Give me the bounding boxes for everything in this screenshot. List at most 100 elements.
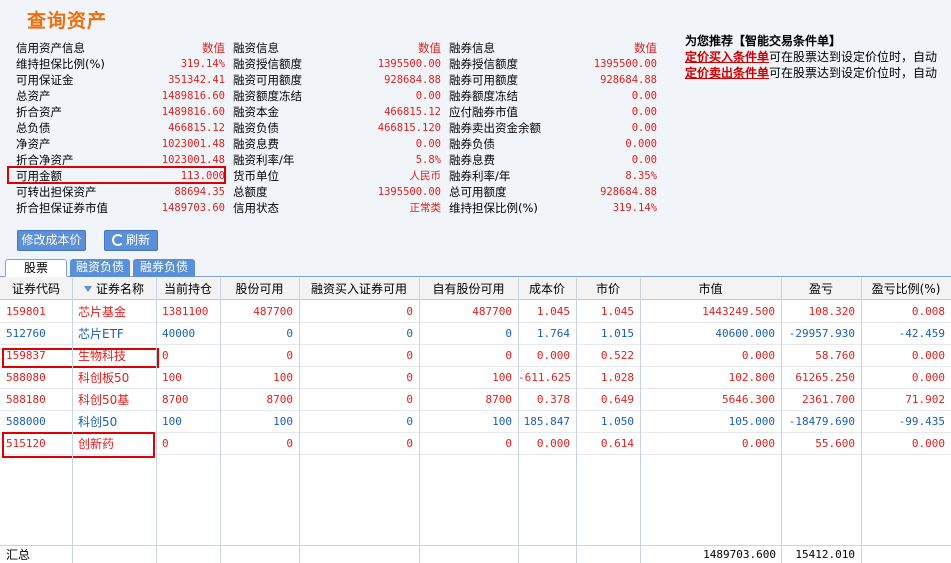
- info-label: 折合资产: [16, 105, 62, 119]
- header-price[interactable]: 市价: [576, 278, 640, 300]
- tab-bar: 股票 融资负债 融券负债: [0, 259, 951, 277]
- cell-margin-available: 0: [406, 349, 413, 362]
- info-label: 融券可用额度: [449, 73, 518, 87]
- summary-row: 汇总 1489703.600 15412.010: [0, 545, 951, 563]
- column-divider: [861, 278, 862, 563]
- cell-available: 100: [273, 371, 293, 384]
- info-value: 1395500.00: [593, 58, 657, 70]
- cell-cost: 185.847: [523, 415, 570, 428]
- buy-condition-link[interactable]: 定价买入条件单: [685, 50, 769, 64]
- info-label: 折合担保证券市值: [16, 201, 108, 215]
- cell-market-value: 40600.000: [715, 327, 775, 340]
- modify-cost-button[interactable]: 修改成本价: [17, 230, 86, 251]
- info-row: 融券息费 0.00: [449, 152, 657, 168]
- header-profit[interactable]: 盈亏: [781, 278, 861, 300]
- info-row: 总负债 466815.12: [16, 120, 225, 136]
- cell-position: 100: [162, 371, 182, 384]
- info-row: 货币单位 人民币: [233, 168, 441, 184]
- column-divider: [419, 278, 420, 563]
- cell-available: 8700: [266, 393, 294, 406]
- header-position[interactable]: 当前持仓: [156, 278, 220, 300]
- cell-cost: 0.000: [536, 437, 570, 450]
- info-row: 净资产 1023001.48: [16, 136, 225, 152]
- header-available[interactable]: 股份可用: [220, 278, 299, 300]
- info-value: 数值: [418, 41, 441, 55]
- header-code[interactable]: 证券代码: [0, 278, 72, 300]
- cell-position: 40000: [162, 327, 196, 340]
- table-header: 证券代码 证券名称 当前持仓 股份可用 融资买入证券可用 自有股份可用 成本价 市价 市值 盈亏 盈…: [0, 278, 951, 300]
- info-row: 融券授信额度 1395500.00: [449, 56, 657, 72]
- credit-asset-column: 信用资产信息 数值 维持担保比例(%) 319.14% 可用保证金 351342.41 总资…: [16, 40, 225, 216]
- cell-price: 1.045: [600, 305, 634, 318]
- info-label: 维持担保比例(%): [16, 57, 105, 71]
- cell-available: 100: [273, 415, 293, 428]
- table-row[interactable]: 588180 科创50基 8700 8700 0 8700 0.378 0.649 5646.3…: [0, 389, 951, 411]
- cell-code: 512760: [6, 327, 46, 340]
- cell-name: 科创50基: [78, 393, 130, 407]
- cell-price: 1.028: [600, 371, 634, 384]
- cell-cost: -611.625: [518, 371, 571, 384]
- column-divider: [156, 278, 157, 563]
- info-label: 融券负债: [449, 137, 495, 151]
- info-label: 可用保证金: [16, 73, 74, 87]
- info-row: 总可用额度 928684.88: [449, 184, 657, 200]
- info-value: 1489703.60: [161, 202, 225, 214]
- cell-code: 159801: [6, 305, 46, 318]
- table-row[interactable]: 512760 芯片ETF 40000 0 0 0 1.764 1.015 40600.000 -2…: [0, 323, 951, 345]
- header-profit-ratio[interactable]: 盈亏比例(%): [861, 278, 951, 300]
- table-row[interactable]: 159801 芯片基金 1381100 487700 0 487700 1.045 1.045…: [0, 301, 951, 323]
- refresh-button[interactable]: 刷新: [104, 230, 158, 251]
- cell-margin-available: 0: [406, 437, 413, 450]
- info-row: 融资负债 466815.120: [233, 120, 441, 136]
- info-value: 正常类: [409, 202, 442, 214]
- info-row: 融券可用额度 928684.88: [449, 72, 657, 88]
- info-label: 融券额度冻结: [449, 89, 518, 103]
- cell-own-available: 100: [492, 415, 512, 428]
- table-row[interactable]: 588000 科创50 100 100 0 100 185.847 1.050 105.000-…: [0, 411, 951, 433]
- info-label: 融资负债: [233, 121, 279, 135]
- info-value: 0.00: [415, 90, 441, 102]
- info-label: 信用资产信息: [16, 41, 85, 55]
- info-value: 928684.88: [384, 74, 441, 86]
- cell-position: 1381100: [162, 305, 209, 318]
- cell-position: 0: [162, 349, 169, 362]
- info-label: 总负债: [16, 121, 51, 135]
- header-own-available[interactable]: 自有股份可用: [419, 278, 518, 300]
- header-name[interactable]: 证券名称: [72, 278, 156, 300]
- sell-condition-link[interactable]: 定价卖出条件单: [685, 66, 769, 80]
- info-value: 人民币: [409, 170, 442, 182]
- cell-market-value: 105.000: [728, 415, 775, 428]
- info-row: 信用状态 正常类: [233, 200, 441, 216]
- info-row: 融资本金 466815.12: [233, 104, 441, 120]
- info-row: 融资可用额度 928684.88: [233, 72, 441, 88]
- info-row: 融资信息 数值: [233, 40, 441, 56]
- info-value: 928684.88: [600, 186, 657, 198]
- info-value: 466815.12: [168, 122, 225, 134]
- header-cost[interactable]: 成本价: [518, 278, 576, 300]
- cell-own-available: 100: [492, 371, 512, 384]
- info-value: 0.000: [625, 138, 657, 150]
- header-margin-available[interactable]: 融资买入证券可用: [299, 278, 419, 300]
- cell-profit-ratio: 0.000: [911, 437, 945, 450]
- info-label: 信用状态: [233, 201, 279, 215]
- info-row: 可转出担保资产 88694.35: [16, 184, 225, 200]
- tab-securities-debt[interactable]: 融券负债: [133, 259, 195, 277]
- cell-profit-ratio: 71.902: [905, 393, 945, 406]
- tab-stocks[interactable]: 股票: [5, 259, 67, 277]
- column-divider: [781, 278, 782, 563]
- info-label: 应付融券市值: [449, 105, 518, 119]
- info-row: 维持担保比例(%) 319.14%: [449, 200, 657, 216]
- info-value: 1023001.48: [161, 138, 225, 150]
- cell-market-value: 102.800: [728, 371, 775, 384]
- header-market-value[interactable]: 市值: [640, 278, 781, 300]
- summary-label: 汇总: [6, 548, 31, 562]
- info-label: 融资可用额度: [233, 73, 302, 87]
- info-value: 1395500.00: [377, 186, 441, 198]
- promo-buy-line: 定价买入条件单可在股票达到设定价位时，自动: [685, 49, 937, 65]
- tab-financing-debt[interactable]: 融资负债: [70, 259, 130, 277]
- info-value: 0.00: [415, 138, 441, 150]
- table-row[interactable]: 588080 科创板50 100 100 0 100 -611.625 1.028 102.80…: [0, 367, 951, 389]
- info-label: 净资产: [16, 137, 51, 151]
- info-value: 0.00: [631, 90, 657, 102]
- info-row: 可用保证金 351342.41: [16, 72, 225, 88]
